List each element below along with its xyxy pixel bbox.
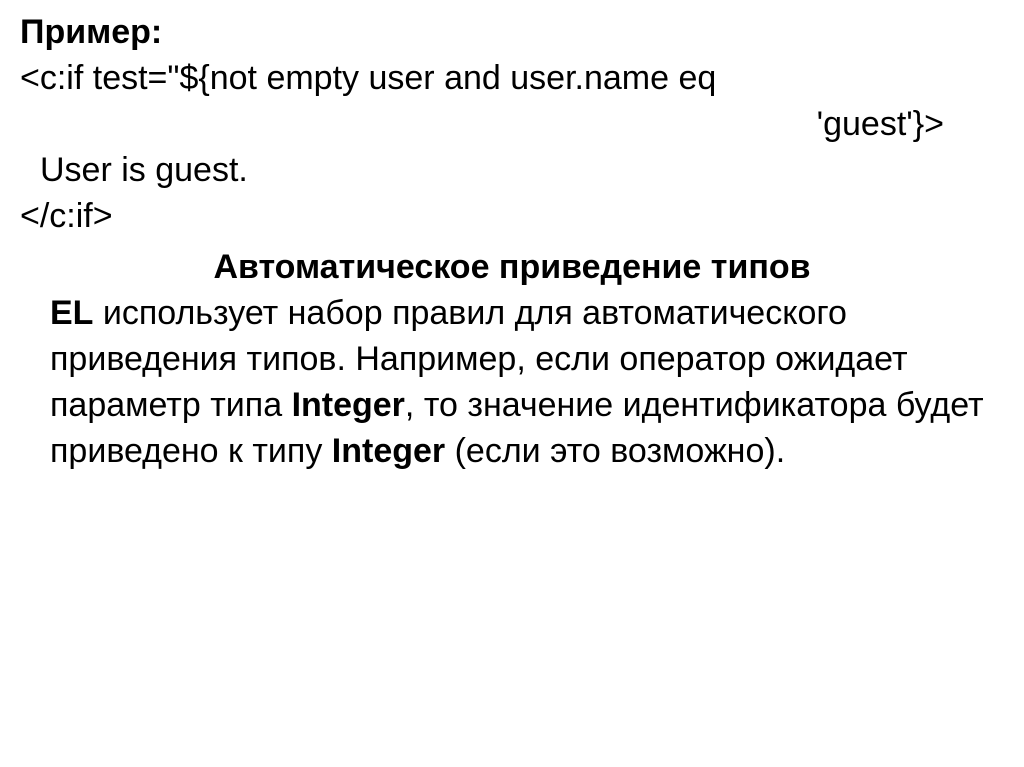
- code-line-3: User is guest.: [20, 148, 1004, 194]
- code-line-4: </c:if>: [20, 194, 1004, 240]
- integer-type-2: Integer: [332, 432, 445, 470]
- el-label: EL: [50, 294, 93, 332]
- para-text-3: (если это возможно).: [445, 432, 785, 470]
- section-title: Автоматическое приведение типов: [20, 245, 1004, 291]
- code-line-2: 'guest'}>: [20, 102, 1004, 148]
- code-line-1: <c:if test="${not empty user and user.na…: [20, 56, 1004, 102]
- example-heading: Пример:: [20, 10, 1004, 56]
- integer-type-1: Integer: [292, 386, 405, 424]
- body-paragraph: EL использует набор правил для автоматич…: [20, 291, 1004, 475]
